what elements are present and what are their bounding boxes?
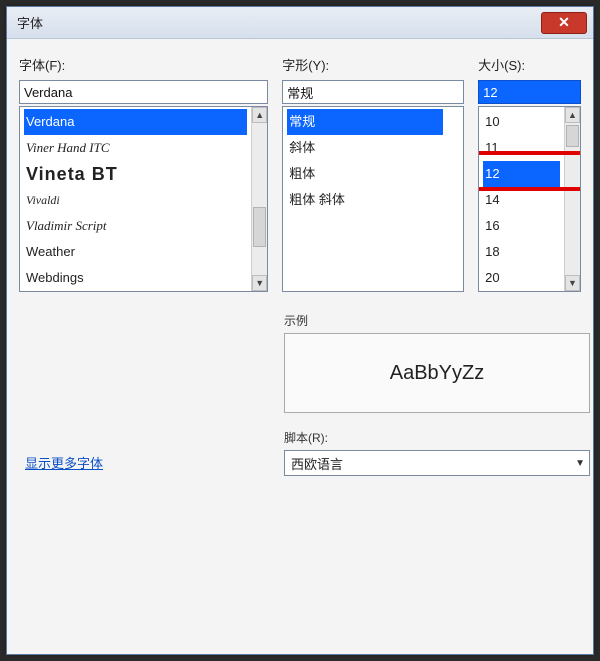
size-list-item[interactable]: 14 (483, 187, 560, 213)
font-list-item[interactable]: Vivaldi (24, 187, 247, 213)
close-icon: ✕ (558, 14, 570, 30)
size-list-item[interactable]: 20 (483, 265, 560, 291)
scroll-thumb[interactable] (253, 207, 266, 247)
font-list-item[interactable]: Vineta BT (24, 161, 247, 187)
script-value: 西欧语言 (291, 454, 343, 473)
font-list-item[interactable]: Viner Hand ITC (24, 135, 247, 161)
style-label: 字形(Y): (282, 55, 464, 74)
font-list-item[interactable]: Verdana (24, 109, 247, 135)
titlebar: 字体 ✕ (7, 7, 593, 39)
font-list-item[interactable]: Weather (24, 239, 247, 265)
close-button[interactable]: ✕ (541, 12, 587, 34)
columns: 字体(F): VerdanaViner Hand ITCVineta BTViv… (19, 55, 581, 292)
script-section: 脚本(R): 西欧语言 ▼ (284, 429, 590, 476)
size-listbox[interactable]: 10111214161820 ▲ ▼ (478, 106, 581, 292)
script-combobox[interactable]: 西欧语言 ▼ (284, 450, 590, 476)
style-list-item[interactable]: 粗体 (287, 161, 443, 187)
size-scrollbar[interactable]: ▲ ▼ (564, 107, 580, 291)
size-input[interactable] (478, 80, 581, 104)
font-list-item[interactable]: Webdings (24, 265, 247, 291)
font-list-item[interactable]: Vladimir Script (24, 213, 247, 239)
scroll-down-icon[interactable]: ▼ (565, 275, 580, 291)
scroll-up-icon[interactable]: ▲ (565, 107, 580, 123)
preview-section: 示例 AaBbYyZz (284, 312, 590, 413)
more-fonts-link[interactable]: 显示更多字体 (25, 453, 103, 472)
font-scrollbar[interactable]: ▲ ▼ (251, 107, 267, 291)
style-input[interactable] (282, 80, 464, 104)
style-list-item[interactable]: 粗体 斜体 (287, 187, 443, 213)
preview-text: AaBbYyZz (390, 362, 484, 385)
size-column: 大小(S): 10111214161820 ▲ ▼ (478, 55, 581, 292)
preview-box: AaBbYyZz (284, 333, 590, 413)
size-label: 大小(S): (478, 55, 581, 74)
size-list-item[interactable]: 18 (483, 239, 560, 265)
font-column: 字体(F): VerdanaViner Hand ITCVineta BTViv… (19, 55, 268, 292)
style-listbox[interactable]: 常规斜体粗体粗体 斜体 (282, 106, 464, 292)
font-label: 字体(F): (19, 55, 268, 74)
dialog-content: 字体(F): VerdanaViner Hand ITCVineta BTViv… (7, 39, 593, 486)
scroll-down-icon[interactable]: ▼ (252, 275, 267, 291)
font-dialog: 字体 ✕ 字体(F): VerdanaViner Hand ITCVineta … (6, 6, 594, 655)
scroll-thumb[interactable] (566, 125, 579, 147)
font-listbox[interactable]: VerdanaViner Hand ITCVineta BTVivaldiVla… (19, 106, 268, 292)
size-list-item[interactable]: 10 (483, 109, 560, 135)
style-list-item[interactable]: 斜体 (287, 135, 443, 161)
scroll-up-icon[interactable]: ▲ (252, 107, 267, 123)
size-list-item[interactable]: 16 (483, 213, 560, 239)
script-label: 脚本(R): (284, 429, 590, 446)
font-input[interactable] (19, 80, 268, 104)
size-list-item[interactable]: 11 (483, 135, 560, 161)
dialog-title: 字体 (17, 13, 43, 32)
style-column: 字形(Y): 常规斜体粗体粗体 斜体 (282, 55, 464, 292)
preview-label: 示例 (284, 312, 590, 329)
style-list-item[interactable]: 常规 (287, 109, 443, 135)
chevron-down-icon: ▼ (575, 458, 585, 469)
size-list-item[interactable]: 12 (483, 161, 560, 187)
